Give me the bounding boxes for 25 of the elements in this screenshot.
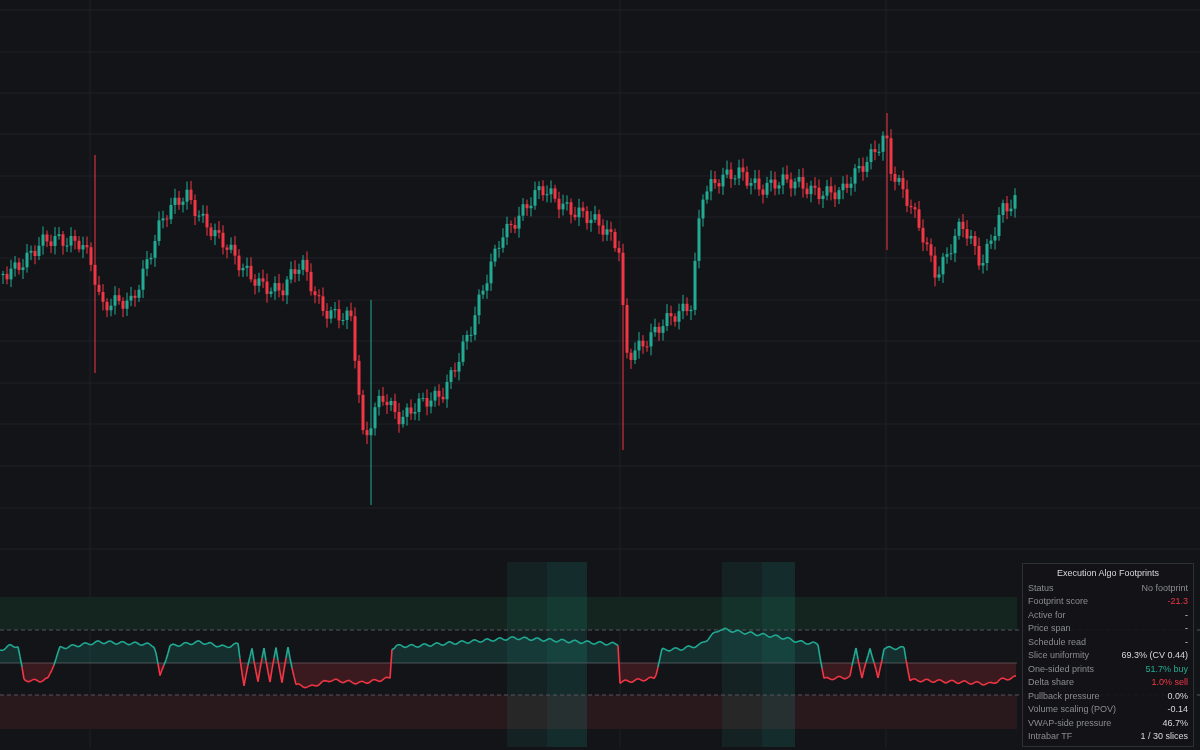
- stat-label: Price span: [1028, 623, 1071, 634]
- stat-value: 69.3% (CV 0.44): [1121, 650, 1188, 661]
- stat-value: -: [1185, 623, 1188, 634]
- stat-value: 51.7% buy: [1145, 663, 1188, 674]
- stat-label: One-sided prints: [1028, 663, 1095, 674]
- panel-title: Execution Algo Footprints: [1055, 567, 1161, 580]
- stat-value: 0.0%: [1167, 690, 1188, 701]
- stat-label: Status: [1028, 582, 1054, 593]
- stat-label: Pullback pressure: [1028, 690, 1100, 701]
- stat-label: Volume scaling (POV): [1028, 704, 1117, 715]
- stat-label: Delta share: [1028, 677, 1075, 688]
- stat-label: Schedule read: [1028, 636, 1087, 647]
- stat-label: VWAP-side pressure: [1028, 717, 1112, 728]
- stat-value: -0.14: [1167, 704, 1188, 715]
- stat-value: 1.0% sell: [1151, 677, 1188, 688]
- stat-value: -21.3: [1167, 596, 1188, 607]
- stat-value: No footprint: [1141, 582, 1188, 593]
- stat-label: Intrabar TF: [1028, 731, 1073, 742]
- stat-value: -: [1185, 636, 1188, 647]
- stat-label: Active for: [1028, 609, 1066, 620]
- stat-value: 46.7%: [1162, 717, 1188, 728]
- stat-label: Slice uniformity: [1028, 650, 1090, 661]
- stat-label: Footprint score: [1028, 596, 1089, 607]
- stat-value: -: [1185, 609, 1188, 620]
- stat-value: 1 / 30 slices: [1140, 731, 1188, 742]
